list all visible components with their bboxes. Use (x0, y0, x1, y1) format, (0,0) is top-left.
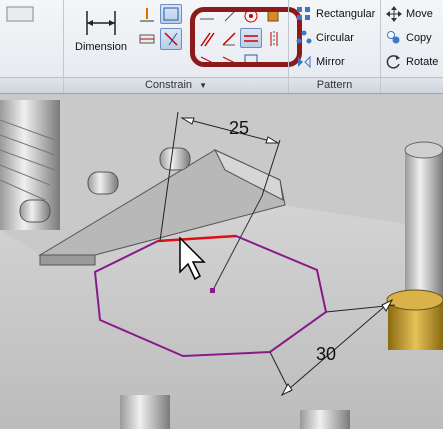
pin (159, 147, 191, 171)
partial-tool-button[interactable] (0, 0, 40, 76)
move-button[interactable]: Move (386, 4, 433, 24)
constrain-title-text: Constrain (144, 79, 193, 91)
collinear-tool[interactable] (160, 4, 182, 24)
copy-icon (387, 31, 400, 44)
rotate-label: Rotate (406, 56, 439, 68)
coincident-tool[interactable] (136, 4, 156, 24)
tangent-icon (139, 34, 155, 44)
circular-label: Circular (316, 32, 354, 44)
pattern-panel-title: Pattern (289, 77, 380, 93)
mirror-icon (298, 55, 311, 69)
dimension-icon (86, 11, 116, 35)
coincident-icon (140, 8, 154, 22)
triangle-down-icon: ▼ (199, 81, 208, 90)
perpendicular-icon (164, 32, 178, 46)
pin (19, 199, 51, 223)
pattern-title-text: Pattern (316, 79, 353, 91)
ribbon: Dimension Rectangular Circular Mirror Mo… (0, 0, 443, 94)
move-label: Move (406, 8, 433, 20)
tangent-tool[interactable] (136, 28, 156, 48)
modify-panel-title (381, 77, 443, 93)
rotate-button[interactable]: Rotate (386, 52, 438, 72)
rotate-icon (386, 55, 400, 69)
dimension-25-value[interactable]: 25 (229, 118, 249, 139)
dimension-label: Dimension (75, 41, 127, 53)
perpendicular-tool[interactable] (160, 28, 182, 50)
left-panel-title (0, 77, 63, 93)
rectangular-pattern-icon (297, 7, 310, 20)
model-view (0, 100, 443, 429)
octagon-center-point (210, 288, 215, 293)
mirror-button[interactable]: Mirror (296, 52, 345, 72)
mirror-label: Mirror (316, 56, 345, 68)
rectangular-label: Rectangular (316, 8, 376, 20)
dimension-30-value[interactable]: 30 (316, 344, 336, 365)
rectangular-pattern-button[interactable]: Rectangular (296, 4, 375, 24)
constraint-tools-highlight (190, 7, 302, 67)
lower-cylinder (120, 395, 170, 429)
graphics-viewport[interactable]: 25 30 (0, 94, 443, 429)
copy-label: Copy (406, 32, 432, 44)
constrain-panel-title[interactable]: Constrain ▼ (64, 77, 288, 93)
lower-cylinder (300, 410, 350, 429)
circular-pattern-button[interactable]: Circular (296, 28, 354, 48)
dimension-button[interactable]: Dimension (70, 2, 130, 74)
move-icon (386, 6, 402, 22)
collinear-icon (163, 7, 179, 21)
pin (87, 171, 119, 195)
part-top-face (0, 200, 443, 429)
copy-button[interactable]: Copy (386, 28, 432, 48)
circular-pattern-icon (296, 30, 312, 44)
